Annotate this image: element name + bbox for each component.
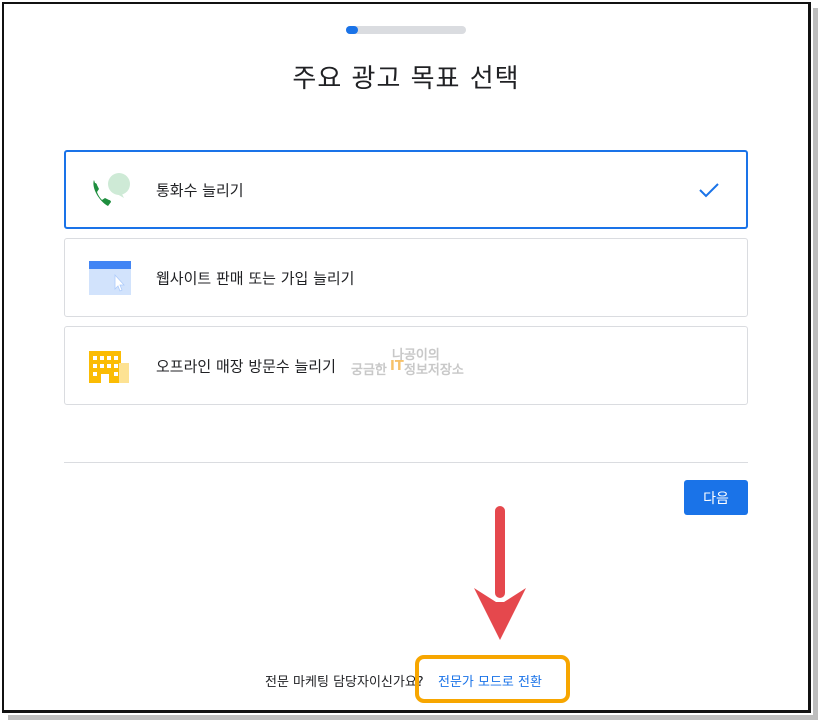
- highlight-box: [415, 655, 570, 703]
- goal-option-website[interactable]: 웹사이트 판매 또는 가입 늘리기: [64, 238, 748, 317]
- arrow-down-icon: [470, 506, 530, 644]
- watermark-line2a: 궁금한: [351, 363, 387, 378]
- browser-cursor-icon: [89, 261, 133, 301]
- divider: [64, 462, 748, 463]
- phone-chat-icon: [88, 172, 132, 212]
- page-title: 주요 광고 목표 선택: [292, 64, 520, 94]
- check-icon: [698, 181, 720, 199]
- watermark-line2b: IT: [390, 359, 404, 374]
- footer-question: 전문 마케팅 담당자이신가요?: [265, 675, 424, 690]
- watermark-line2c: 정보저장소: [404, 363, 464, 378]
- window-shadow: [8, 715, 818, 720]
- window-shadow: [813, 8, 818, 718]
- next-button[interactable]: 다음: [684, 480, 748, 515]
- goal-option-label: 오프라인 매장 방문수 늘리기: [156, 357, 336, 375]
- goal-option-calls[interactable]: 통화수 늘리기: [64, 150, 748, 229]
- goal-option-label: 웹사이트 판매 또는 가입 늘리기: [156, 269, 355, 287]
- progress-bar: [346, 26, 466, 34]
- progress-bar-fill: [346, 26, 358, 34]
- goal-option-label: 통화수 늘리기: [156, 181, 244, 199]
- building-store-icon: [89, 349, 133, 389]
